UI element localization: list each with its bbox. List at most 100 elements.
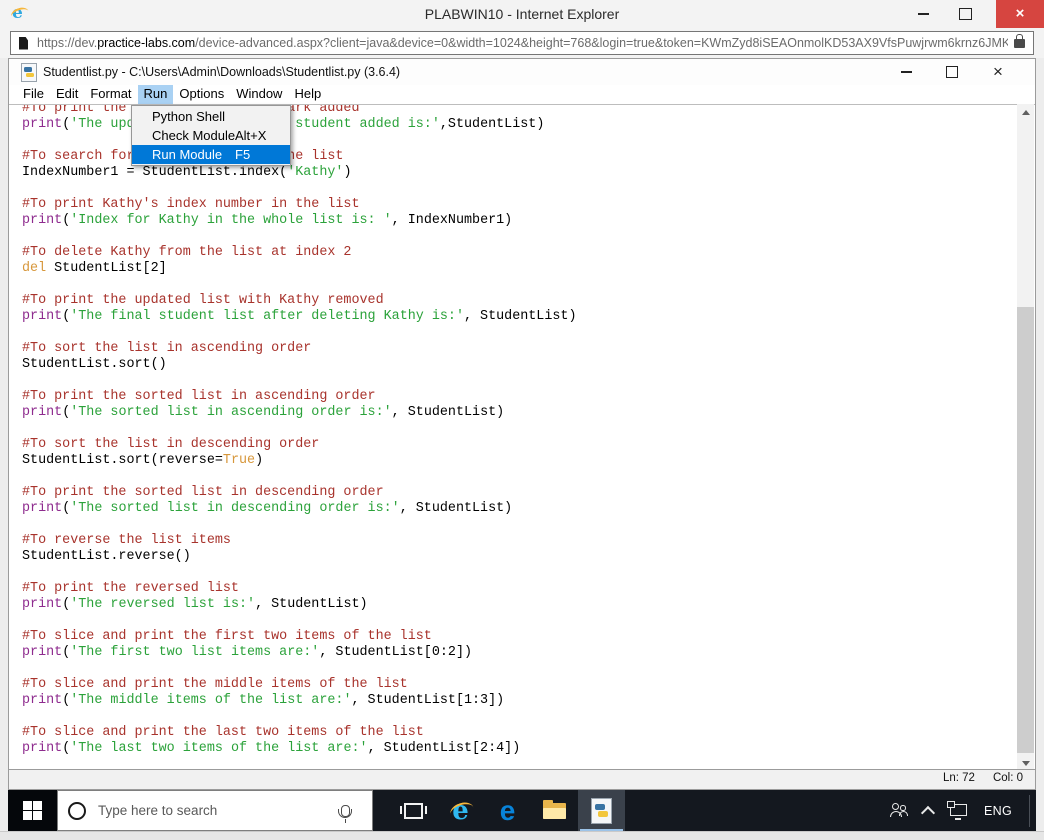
taskbar-internet-explorer[interactable]: e <box>437 790 484 831</box>
windows-logo-icon <box>22 800 43 821</box>
code-line: #To print Kathy's index number in the li… <box>22 197 360 212</box>
code-line: print('The final student list after dele… <box>22 309 577 324</box>
line-indicator: Ln: 72 <box>942 772 975 784</box>
taskbar-python-idle[interactable] <box>578 790 625 831</box>
code-line: #To slice and print the first two items … <box>22 629 432 644</box>
python-file-icon <box>591 797 612 824</box>
code-line: print('The sorted list in ascending orde… <box>22 405 505 420</box>
code-line: StudentList.sort() <box>22 357 167 372</box>
people-icon[interactable] <box>890 803 908 818</box>
code-line: #To print the sorted list in descending … <box>22 485 384 500</box>
menu-help[interactable]: Help <box>288 85 327 104</box>
start-button[interactable] <box>8 790 57 831</box>
menu-item-check-module[interactable]: Check Module Alt+X <box>132 126 290 145</box>
code-line: print('The first two list items are:', S… <box>22 645 473 660</box>
taskbar-edge[interactable]: e <box>484 790 531 831</box>
idle-window: Studentlist.py - C:\Users\Admin\Download… <box>8 58 1036 790</box>
code-line: print('The middle items of the list are:… <box>22 693 505 708</box>
column-indicator: Col: 0 <box>992 772 1023 784</box>
url-domain: practice-labs.com <box>97 36 196 50</box>
browser-minimize-button[interactable] <box>906 0 940 28</box>
show-hidden-icons-chevron[interactable] <box>920 805 936 820</box>
people-icon-secondary <box>899 805 908 816</box>
arrow-up-icon <box>1021 110 1030 115</box>
browser-maximize-button[interactable] <box>948 0 982 28</box>
browser-titlebar: e PLABWIN10 - Internet Explorer × <box>0 0 1044 29</box>
task-view-button[interactable] <box>390 790 437 831</box>
menu-file[interactable]: File <box>17 85 50 104</box>
vertical-scrollbar[interactable] <box>1017 104 1034 772</box>
minimize-icon <box>917 13 929 15</box>
browser-address-row: https://dev.practice-labs.com/device-adv… <box>0 28 1044 58</box>
code-line: #To print the updated list with Kathy re… <box>22 293 384 308</box>
windows-taskbar: Type here to search e e ENG <box>8 790 1036 831</box>
menu-window[interactable]: Window <box>230 85 288 104</box>
close-icon: × <box>993 62 1003 81</box>
idle-close-button[interactable]: × <box>975 59 1021 85</box>
task-view-icon <box>400 802 427 819</box>
idle-maximize-button[interactable] <box>929 59 975 85</box>
code-editor[interactable]: #To print the updated list with Mark add… <box>9 104 1035 772</box>
menu-bar: File Edit Format Run Options Window Help <box>9 85 1035 104</box>
menu-item-run-module[interactable]: Run Module F5 <box>132 145 290 164</box>
language-indicator[interactable]: ENG <box>984 804 1012 818</box>
menu-edit[interactable]: Edit <box>50 85 84 104</box>
cortana-icon <box>68 801 86 820</box>
menu-format[interactable]: Format <box>84 85 137 104</box>
microphone-icon[interactable] <box>338 804 352 823</box>
code-line: print('The sorted list in descending ord… <box>22 501 513 516</box>
close-icon: × <box>1015 5 1025 22</box>
code-line: print('The last two items of the list ar… <box>22 741 521 756</box>
code-line: del StudentList[2] <box>22 261 167 276</box>
code-line: #To sort the list in ascending order <box>22 341 312 356</box>
code-line: StudentList.sort(reverse=True) <box>22 453 264 468</box>
idle-window-title: Studentlist.py - C:\Users\Admin\Download… <box>43 65 401 79</box>
menu-options[interactable]: Options <box>173 85 230 104</box>
code-line: #To slice and print the middle items of … <box>22 677 408 692</box>
site-icon <box>19 36 28 50</box>
idle-minimize-button[interactable] <box>883 59 929 85</box>
lock-icon <box>1014 33 1025 48</box>
edge-icon: e <box>499 794 516 826</box>
code-line: #To print the sorted list in ascending o… <box>22 389 376 404</box>
browser-close-button[interactable]: × <box>996 0 1044 28</box>
code-line: #To print the reversed list <box>22 581 239 596</box>
maximize-icon <box>946 66 958 78</box>
scrollbar-thumb[interactable] <box>1017 307 1034 753</box>
run-menu-dropdown: Python Shell Check Module Alt+X Run Module F… <box>131 105 291 166</box>
code-line: #To delete Kathy from the list at index … <box>22 245 352 260</box>
maximize-icon <box>958 8 972 20</box>
taskbar-separator <box>1029 794 1030 827</box>
url-text[interactable]: https://dev.practice-labs.com/device-adv… <box>37 36 1008 50</box>
menu-run[interactable]: Run <box>137 85 174 104</box>
code-line: #To sort the list in descending order <box>22 437 320 452</box>
arrow-down-icon <box>1021 761 1030 766</box>
address-bar[interactable]: https://dev.practice-labs.com/device-adv… <box>10 31 1034 55</box>
code-area[interactable]: #To print the updated list with Mark add… <box>9 105 1035 757</box>
taskbar-search-box[interactable]: Type here to search <box>57 790 373 831</box>
network-icon[interactable] <box>947 800 967 820</box>
code-line: print('The reversed list is:', StudentLi… <box>22 597 368 612</box>
code-line: StudentList.reverse() <box>22 549 191 564</box>
idle-titlebar[interactable]: Studentlist.py - C:\Users\Admin\Download… <box>9 59 1035 85</box>
code-line: print('Index for Kathy in the whole list… <box>22 213 513 228</box>
search-placeholder: Type here to search <box>98 803 218 818</box>
minimize-icon <box>900 71 912 73</box>
menu-item-python-shell[interactable]: Python Shell <box>132 107 290 126</box>
window-bottom-edge <box>0 831 1044 840</box>
taskbar-file-explorer[interactable] <box>531 790 578 831</box>
scroll-up-button[interactable] <box>1017 104 1034 121</box>
internet-explorer-icon: e <box>452 795 469 826</box>
file-explorer-icon <box>543 799 566 819</box>
